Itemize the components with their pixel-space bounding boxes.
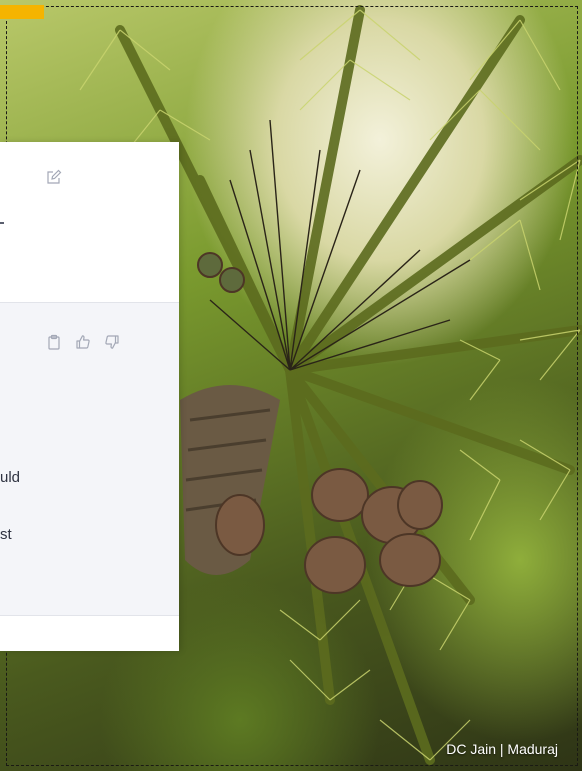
photo-credit: DC Jain | Maduraj <box>446 741 558 757</box>
chat-panel: uld st <box>0 142 179 651</box>
edit-icon[interactable] <box>45 168 63 186</box>
user-message <box>0 142 179 302</box>
assistant-message: uld st <box>0 302 179 616</box>
clipboard-icon[interactable] <box>45 333 63 351</box>
clipped-text-fragment <box>0 222 4 224</box>
assistant-text-line: uld <box>0 469 21 486</box>
thumbs-down-icon[interactable] <box>103 333 121 351</box>
assistant-text-line: st <box>0 526 12 543</box>
accent-bar <box>0 5 44 19</box>
thumbs-up-icon[interactable] <box>74 333 92 351</box>
